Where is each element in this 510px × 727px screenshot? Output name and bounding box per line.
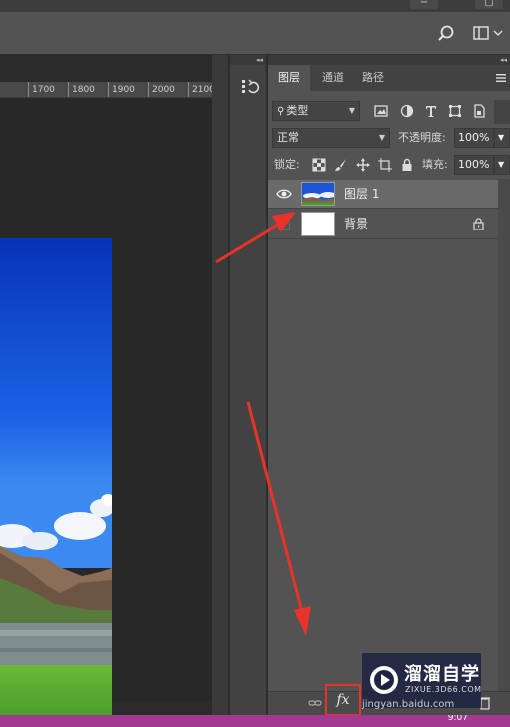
ruler-tick: 2100 — [188, 82, 212, 97]
tab-channels[interactable]: 通道 — [312, 65, 354, 91]
layers-panel: ◂◂ 图层 通道 路径 ⚲ 类型 ▼ 正常 ▼ 不透明度: 100% ▼ 锁定:… — [268, 55, 510, 716]
layer-name: 背景 — [344, 217, 369, 231]
filter-pixel-icon[interactable] — [374, 104, 388, 118]
layer-thumbnail — [301, 212, 335, 236]
opacity-dropdown-icon[interactable]: ▼ — [494, 128, 510, 148]
watermark-source: jingyan.baidu.com — [362, 699, 455, 710]
lock-row: 锁定: 填充: 100% ▼ — [268, 154, 510, 178]
trash-icon[interactable] — [480, 696, 490, 710]
lock-pixels-brush-icon[interactable] — [334, 158, 348, 172]
panel-collapse-strip[interactable] — [212, 55, 228, 715]
blend-mode-select[interactable]: 正常 ▼ — [272, 128, 390, 148]
filter-shape-icon[interactable] — [448, 104, 462, 118]
dock-collapse-handle[interactable]: ◂◂ — [230, 55, 266, 65]
fill-label: 填充: — [422, 158, 448, 171]
horizontal-ruler: 1700 1800 1900 2000 2100 — [0, 82, 212, 98]
filter-kind-label: 类型 — [286, 104, 309, 117]
panel-menu-icon[interactable] — [496, 72, 506, 82]
taskbar: 9:07 — [0, 715, 510, 727]
options-bar — [0, 12, 510, 55]
opacity-label: 不透明度: — [398, 131, 446, 144]
lock-artboard-icon[interactable] — [378, 158, 392, 172]
visibility-toggle[interactable] — [278, 218, 290, 230]
layer-style-fx-button[interactable]: fx — [325, 684, 361, 716]
lock-icon — [473, 218, 484, 231]
tab-paths[interactable]: 路径 — [352, 65, 394, 91]
filter-adjustment-icon[interactable] — [400, 104, 414, 118]
document-canvas[interactable] — [0, 98, 212, 727]
fill-input[interactable]: 100% — [454, 155, 494, 175]
filter-toggle[interactable] — [494, 100, 510, 124]
link-layers-icon[interactable] — [308, 696, 322, 710]
side-dock: ◂◂ — [229, 55, 267, 715]
filter-row: ⚲ 类型 ▼ — [268, 100, 510, 124]
tab-layers[interactable]: 图层 — [268, 65, 310, 91]
workspace-switcher-icon[interactable] — [470, 22, 506, 44]
search-icon[interactable] — [436, 22, 458, 44]
filter-smart-object-icon[interactable] — [472, 104, 486, 118]
minimize-button[interactable]: − — [410, 0, 438, 9]
watermark-subtitle: ZIXUE.3D66.COM — [405, 685, 482, 694]
layer-thumbnail — [301, 182, 335, 206]
panel-scrollbar[interactable] — [498, 179, 510, 691]
ruler-tick: 1800 — [68, 82, 95, 97]
blend-mode-value: 正常 — [277, 131, 299, 144]
lock-transparent-icon[interactable] — [312, 158, 326, 172]
filter-kind-select[interactable]: ⚲ 类型 ▼ — [272, 101, 360, 121]
layer-row-layer1[interactable]: 图层 1 — [268, 180, 498, 209]
visibility-eye-icon[interactable] — [276, 187, 292, 201]
restore-button[interactable]: ▢ — [475, 0, 503, 9]
blend-row: 正常 ▼ 不透明度: 100% ▼ — [268, 127, 510, 151]
ruler-tick: 2000 — [148, 82, 175, 97]
play-logo-icon — [368, 664, 400, 696]
title-bar: − ▢ — [0, 0, 510, 12]
ruler-tick: 1700 — [28, 82, 55, 97]
opacity-input[interactable]: 100% — [454, 128, 494, 148]
filter-type-icon[interactable] — [424, 104, 438, 118]
watermark-title: 溜溜自学 — [404, 664, 480, 685]
lock-position-icon[interactable] — [356, 158, 370, 172]
layer-name: 图层 1 — [344, 187, 380, 201]
lock-all-icon[interactable] — [400, 158, 414, 172]
panel-collapse-handle[interactable]: ◂◂ — [268, 55, 510, 65]
ruler-tick: 1900 — [108, 82, 135, 97]
landscape-photo — [0, 238, 112, 727]
layer-row-background[interactable]: 背景 — [268, 210, 498, 239]
lock-label: 锁定: — [274, 158, 300, 171]
panel-tabs: 图层 通道 路径 — [268, 65, 510, 91]
fill-dropdown-icon[interactable]: ▼ — [494, 155, 510, 175]
taskbar-clock: 9:07 — [447, 715, 468, 723]
history-icon[interactable] — [240, 77, 260, 97]
layers-list: 图层 1 背景 — [268, 179, 510, 239]
